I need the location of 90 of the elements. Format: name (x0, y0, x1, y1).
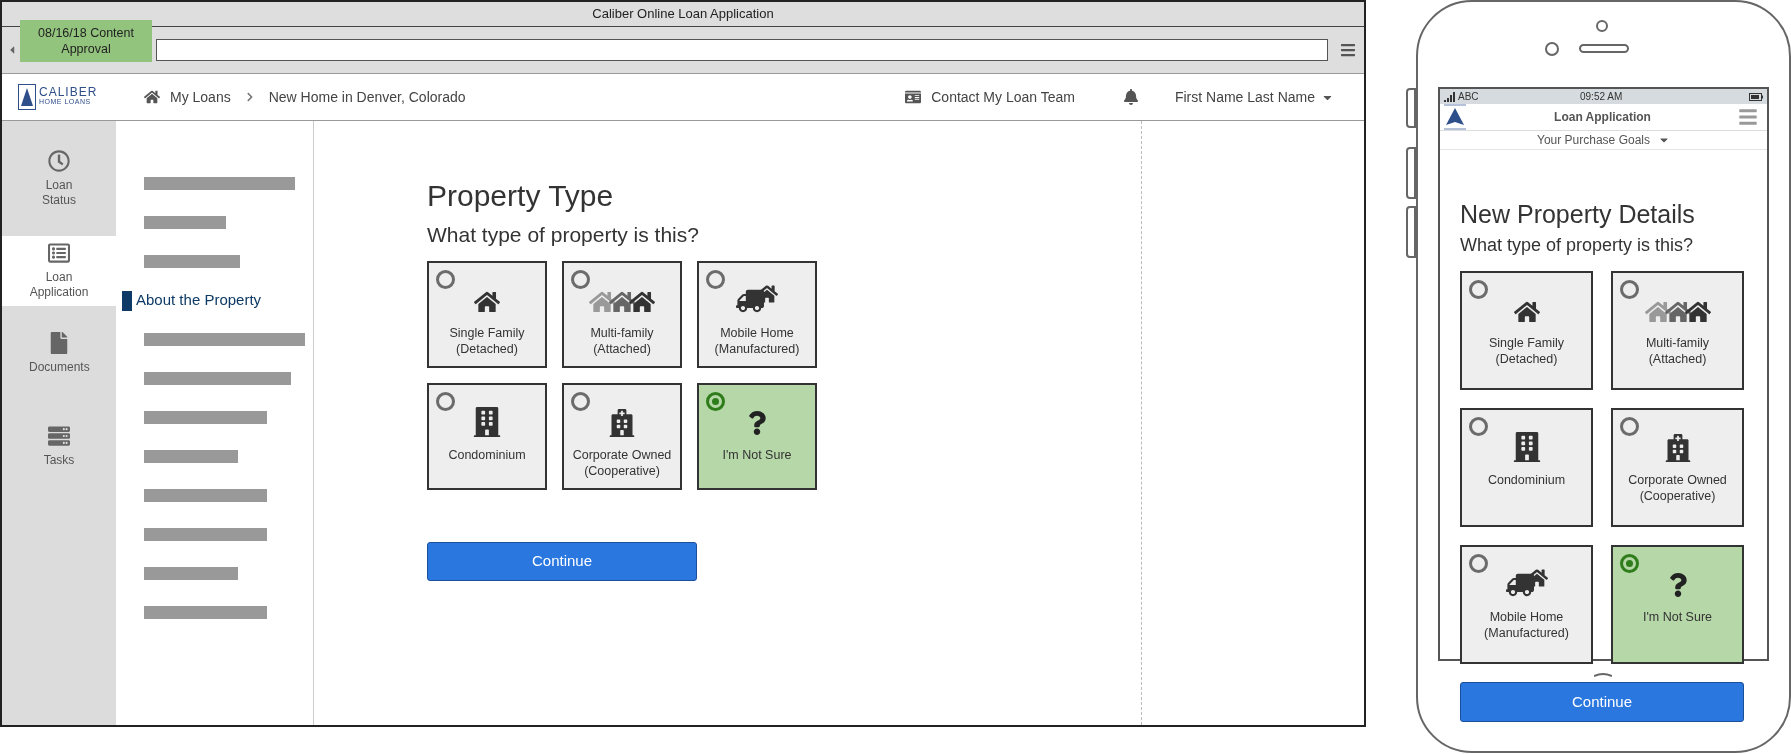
truck-with-house-icon (1505, 567, 1548, 599)
option-card[interactable]: Single Family (Detached) (1460, 271, 1593, 390)
rail-item[interactable]: Loan Status (2, 121, 116, 236)
radio-button[interactable] (571, 270, 590, 289)
rail-item[interactable]: Documents (2, 306, 116, 401)
clock-time: 09:52 AM (1580, 90, 1623, 104)
house-icon (1513, 299, 1540, 325)
radio-button[interactable] (1469, 417, 1488, 436)
hospital-icon (1663, 434, 1692, 462)
step-dropdown[interactable]: Your Purchase Goals (1440, 131, 1767, 150)
logo-mark-icon (1443, 104, 1467, 130)
option-label: Corporate Owned (Cooperative) (1628, 472, 1727, 504)
option-card[interactable]: Multi-family (Attached) (562, 261, 682, 368)
page-title: New Property Details (1460, 199, 1696, 230)
rail-item[interactable]: Loan Application (2, 236, 116, 306)
option-label: Single Family (Detached) (1489, 335, 1564, 367)
url-field[interactable] (156, 39, 1328, 61)
question: What type of property is this? (427, 222, 700, 248)
radio-button[interactable] (436, 392, 455, 411)
page-title: Property Type (427, 178, 615, 214)
option-card[interactable]: Condominium (427, 383, 547, 490)
radio-button[interactable] (1620, 417, 1639, 436)
home-icon[interactable] (144, 89, 160, 105)
logo-text: CALIBER (39, 87, 98, 97)
menu-icon[interactable] (1340, 42, 1356, 58)
rail-label: Documents (29, 360, 89, 375)
phone-sensor-icon (1596, 20, 1608, 32)
option-label: Mobile Home (Manufactured) (714, 325, 800, 357)
option-card[interactable]: I'm Not Sure (1611, 545, 1744, 664)
radio-button[interactable] (1620, 554, 1639, 573)
rail-label: Loan Status (41, 177, 77, 208)
option-card[interactable]: Single Family (Detached) (427, 261, 547, 368)
bell-icon[interactable] (1122, 89, 1139, 105)
option-label: Condominium (1487, 472, 1566, 489)
question: What type of property is this? (1460, 234, 1695, 257)
menu-icon[interactable] (1738, 107, 1758, 127)
phone-speaker-icon (1579, 44, 1629, 53)
radio-button[interactable] (706, 270, 725, 289)
option-label: Multi-family (Attached) (1645, 335, 1710, 367)
option-card[interactable]: Corporate Owned (Cooperative) (1611, 408, 1744, 527)
option-label: Single Family (Detached) (449, 325, 525, 357)
house-icon (474, 289, 500, 315)
phone-camera-icon (1545, 42, 1559, 56)
option-label: Corporate Owned (Cooperative) (572, 447, 672, 479)
window-title: Caliber Online Loan Application (592, 5, 774, 24)
option-card[interactable]: Corporate Owned (Cooperative) (562, 383, 682, 490)
option-card[interactable]: Mobile Home (Manufactured) (697, 261, 817, 368)
radio-button[interactable] (1469, 280, 1488, 299)
continue-button[interactable]: Continue (1460, 682, 1744, 722)
option-card[interactable]: Condominium (1460, 408, 1593, 527)
houses-icon (589, 289, 655, 315)
radio-button[interactable] (436, 270, 455, 289)
radio-button[interactable] (571, 392, 590, 411)
option-label: Condominium (448, 447, 526, 464)
server-icon (48, 424, 70, 447)
radio-button[interactable] (1620, 280, 1639, 299)
breadcrumb-current: New Home in Denver, Colorado (268, 87, 466, 107)
rail-item[interactable]: Tasks (2, 401, 116, 491)
hospital-icon (608, 409, 636, 437)
rail-label: Tasks (42, 452, 76, 468)
subnav-link[interactable]: About the Property (136, 289, 262, 312)
continue-button[interactable]: Continue (427, 542, 697, 581)
radio-button[interactable] (1469, 554, 1488, 573)
breadcrumb-link[interactable]: My Loans (170, 86, 231, 108)
option-label: I'm Not Sure (1642, 609, 1713, 626)
option-card[interactable]: Multi-family (Attached) (1611, 271, 1744, 390)
clock-icon (48, 149, 70, 172)
option-card[interactable]: Mobile Home (Manufactured) (1460, 545, 1593, 664)
contact-link[interactable]: Contact My Loan Team (931, 86, 1075, 108)
building-icon (1511, 432, 1542, 462)
carrier: ABC (1458, 90, 1479, 104)
battery-icon (1749, 92, 1763, 101)
user-menu[interactable]: First Name Last Name (1174, 86, 1334, 108)
form-icon (48, 242, 70, 264)
truck-with-house-icon (736, 283, 778, 315)
signal-icon (1444, 91, 1456, 102)
houses-icon (1644, 299, 1711, 325)
chevron-icon (244, 92, 255, 102)
option-card[interactable]: I'm Not Sure (697, 383, 817, 490)
option-label: Mobile Home (Manufactured) (1484, 609, 1569, 641)
logo-mark-icon (18, 84, 36, 110)
file-icon (48, 332, 70, 354)
option-label: I'm Not Sure (722, 447, 792, 464)
radio-button[interactable] (706, 392, 725, 411)
contact-card-icon (905, 89, 922, 105)
rail-label: Loan Application (29, 270, 89, 300)
option-label: Multi-family (Attached) (590, 325, 654, 357)
building-icon (472, 407, 502, 437)
mobile-title: Loan Application (1553, 109, 1652, 126)
note: 08/16/18 Content Approval (20, 20, 152, 62)
